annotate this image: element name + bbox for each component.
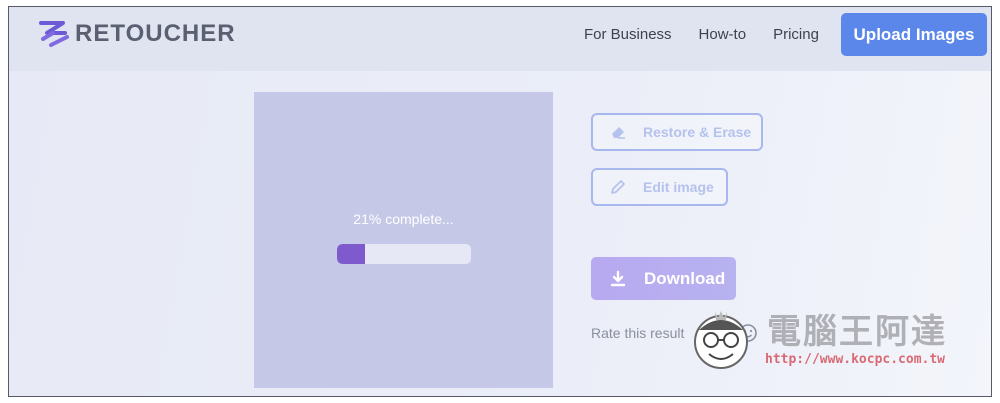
rate-label: Rate this result bbox=[591, 325, 685, 341]
retoucher-logo-icon bbox=[39, 21, 69, 47]
watermark-url: http://www.kocpc.com.tw bbox=[765, 352, 946, 367]
mascot-face-icon bbox=[694, 311, 748, 369]
nav-pricing[interactable]: Pricing bbox=[773, 25, 819, 45]
download-icon bbox=[610, 270, 626, 286]
restore-erase-label: Restore & Erase bbox=[643, 124, 752, 140]
pencil-icon bbox=[611, 180, 625, 194]
progress-fill bbox=[337, 244, 366, 264]
watermark: 電腦王阿達 http://www.kocpc.com.tw bbox=[685, 294, 965, 374]
download-label: Download bbox=[644, 268, 726, 288]
nav-how-to[interactable]: How-to bbox=[699, 25, 747, 45]
edit-image-label: Edit image bbox=[643, 179, 714, 195]
progress-text: 21% complete... bbox=[353, 211, 454, 227]
top-bar: RETOUCHER For Business How-to Pricing Up… bbox=[9, 7, 991, 71]
image-preview: 21% complete... bbox=[254, 92, 553, 388]
watermark-title: 電腦王阿達 bbox=[767, 312, 947, 352]
brand-name: RETOUCHER bbox=[75, 20, 236, 47]
upload-images-button[interactable]: Upload Images bbox=[841, 13, 987, 56]
logo[interactable]: RETOUCHER bbox=[39, 19, 236, 49]
nav-for-business[interactable]: For Business bbox=[584, 25, 672, 45]
restore-erase-button[interactable]: Restore & Erase bbox=[591, 113, 763, 151]
main-nav: For Business How-to Pricing bbox=[584, 25, 846, 45]
eraser-icon bbox=[612, 127, 625, 139]
progress-bar bbox=[337, 244, 471, 264]
edit-image-button[interactable]: Edit image bbox=[591, 168, 728, 206]
app-window: RETOUCHER For Business How-to Pricing Up… bbox=[8, 6, 992, 397]
